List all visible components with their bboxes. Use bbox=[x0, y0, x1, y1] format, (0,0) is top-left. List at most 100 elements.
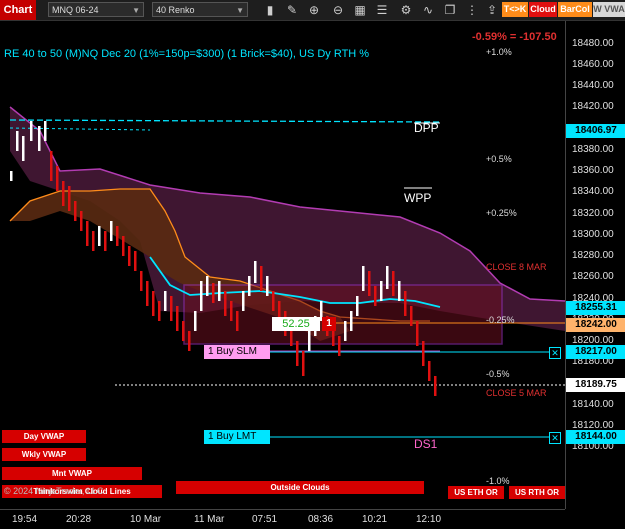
renko-brick-up bbox=[164, 291, 167, 311]
chart-change-readout: -0.59% = -107.50 bbox=[472, 31, 557, 43]
renko-brick-down bbox=[404, 291, 407, 316]
renko-brick-up bbox=[200, 281, 203, 311]
properties-icon[interactable]: ☰ bbox=[374, 2, 390, 18]
copyright-text: © 2024 NinjaTrader, LLC bbox=[4, 486, 104, 496]
price-tick-label: 18420.00 bbox=[572, 101, 614, 112]
indicators-icon[interactable]: ∿ bbox=[420, 2, 436, 18]
bar-style-icon[interactable]: ▮ bbox=[262, 2, 278, 18]
renko-brick-down bbox=[80, 211, 83, 231]
zoom-out-icon[interactable]: ⊖ bbox=[330, 2, 346, 18]
mnt-vwap-button[interactable]: Mnt VWAP bbox=[2, 467, 142, 480]
price-tick-label: 18140.00 bbox=[572, 399, 614, 410]
renko-brick-up bbox=[16, 131, 19, 151]
buy-slm-order[interactable]: 1 Buy SLM bbox=[204, 345, 270, 359]
chart-plot-area[interactable]: RE 40 to 50 (M)NQ Dec 20 (1%=150p=$300) … bbox=[0, 21, 565, 509]
renko-brick-down bbox=[122, 236, 125, 256]
price-tick-label: 18480.00 bbox=[572, 38, 614, 49]
strategies-icon[interactable]: ⚙ bbox=[398, 2, 414, 18]
renko-brick-up bbox=[356, 296, 359, 316]
renko-brick-down bbox=[212, 283, 215, 303]
renko-brick-down bbox=[128, 246, 131, 266]
pct-dn-025: -0.25% bbox=[486, 315, 515, 325]
position-pnl[interactable]: 52.25 bbox=[272, 317, 320, 331]
cloud-toggle-button[interactable]: Cloud bbox=[529, 2, 557, 17]
price-tick-label: 18340.00 bbox=[572, 186, 614, 197]
more-icon[interactable]: ⋮ bbox=[464, 2, 480, 18]
time-tick-label: 08:36 bbox=[308, 514, 334, 525]
time-tick-label: 07:51 bbox=[252, 514, 278, 525]
wkly-vwap-button[interactable]: Wkly VWAP bbox=[2, 448, 86, 461]
renko-brick-up bbox=[218, 281, 221, 301]
renko-brick-up bbox=[194, 311, 197, 331]
data-box-icon[interactable]: ▦ bbox=[352, 2, 368, 18]
renko-brick-down bbox=[368, 271, 371, 296]
dpp-label: DPP bbox=[414, 121, 439, 135]
buy-lmt-order[interactable]: 1 Buy LMT bbox=[204, 430, 270, 444]
renko-brick-down bbox=[74, 201, 77, 221]
renko-brick-up bbox=[266, 276, 269, 296]
renko-brick-down bbox=[434, 376, 437, 396]
renko-brick-down bbox=[62, 181, 65, 206]
zoom-in-icon[interactable]: ⊕ bbox=[306, 2, 322, 18]
outside-clouds-button[interactable]: Outside Clouds bbox=[176, 481, 424, 494]
renko-brick-up bbox=[206, 276, 209, 296]
price-tick-label: 18380.00 bbox=[572, 144, 614, 155]
renko-brick-up bbox=[10, 171, 13, 181]
tk-toggle-button[interactable]: T<>K bbox=[502, 2, 528, 17]
renko-brick-up bbox=[38, 126, 41, 151]
day-vwap-button[interactable]: Day VWAP bbox=[2, 430, 86, 443]
renko-brick-up bbox=[44, 121, 47, 141]
renko-brick-down bbox=[116, 226, 119, 246]
us-rth-or-button[interactable]: US RTH OR bbox=[509, 486, 565, 499]
us-eth-or-button[interactable]: US ETH OR bbox=[448, 486, 504, 499]
wpp-label: WPP bbox=[404, 191, 432, 205]
renko-brick-down bbox=[86, 221, 89, 246]
renko-brick-up bbox=[242, 291, 245, 311]
renko-brick-up bbox=[380, 281, 383, 301]
position-qty[interactable]: 1 bbox=[322, 317, 336, 331]
barcol-toggle-button[interactable]: BarCol bbox=[558, 2, 592, 17]
price-tag: 18144.00 bbox=[566, 430, 625, 444]
renko-brick-down bbox=[134, 251, 137, 271]
renko-brick-down bbox=[224, 291, 227, 316]
renko-brick-down bbox=[182, 321, 185, 341]
renko-brick-down bbox=[188, 331, 191, 351]
renko-brick-up bbox=[30, 121, 33, 141]
renko-brick-down bbox=[338, 336, 341, 356]
close-5mar-label: CLOSE 5 MAR bbox=[486, 388, 547, 398]
pct-dn-1: -1.0% bbox=[486, 476, 510, 486]
pct-up-1: +1.0% bbox=[486, 47, 512, 57]
vwap-toggle-button[interactable]: W VWA bbox=[593, 2, 625, 17]
bar-type-selector[interactable]: 40 Renko ▼ bbox=[152, 2, 248, 17]
instrument-selector[interactable]: MNQ 06-24 ▼ bbox=[48, 2, 144, 17]
chevron-down-icon: ▼ bbox=[236, 6, 244, 15]
renko-brick-down bbox=[92, 231, 95, 251]
price-tag: 18255.31 bbox=[566, 301, 625, 315]
renko-brick-down bbox=[428, 361, 431, 381]
price-tick-label: 18300.00 bbox=[572, 229, 614, 240]
renko-brick-down bbox=[296, 341, 299, 366]
price-tag: 18242.00 bbox=[566, 318, 625, 332]
renko-brick-up bbox=[362, 266, 365, 291]
renko-brick-down bbox=[410, 306, 413, 326]
renko-brick-up bbox=[22, 136, 25, 161]
close-8mar-label: CLOSE 8 MAR bbox=[486, 262, 547, 272]
templates-icon[interactable]: ❐ bbox=[442, 2, 458, 18]
renko-brick-down bbox=[416, 321, 419, 346]
bar-type-value: 40 Renko bbox=[156, 5, 195, 15]
chart-header-title: RE 40 to 50 (M)NQ Dec 20 (1%=150p=$300) … bbox=[4, 48, 370, 60]
renko-brick-down bbox=[236, 311, 239, 331]
renko-brick-up bbox=[308, 331, 311, 351]
drawing-tools-icon[interactable]: ✎ bbox=[284, 2, 300, 18]
share-icon[interactable]: ⇪ bbox=[484, 2, 500, 18]
price-tag: 18217.00 bbox=[566, 345, 625, 359]
price-axis[interactable]: 18480.0018460.0018440.0018420.0018400.00… bbox=[565, 21, 625, 509]
time-axis[interactable]: 19:54 20:28 10 Mar 11 Mar 07:51 08:36 10:21 12:… bbox=[0, 509, 565, 529]
cancel-lmt-icon[interactable]: ✕ bbox=[549, 432, 561, 444]
renko-brick-down bbox=[152, 291, 155, 316]
chart-menu-button[interactable]: Chart bbox=[0, 0, 36, 20]
chevron-down-icon: ▼ bbox=[132, 6, 140, 15]
price-tick-label: 18460.00 bbox=[572, 59, 614, 70]
cancel-slm-icon[interactable]: ✕ bbox=[549, 347, 561, 359]
time-tick-label: 19:54 bbox=[12, 514, 38, 525]
